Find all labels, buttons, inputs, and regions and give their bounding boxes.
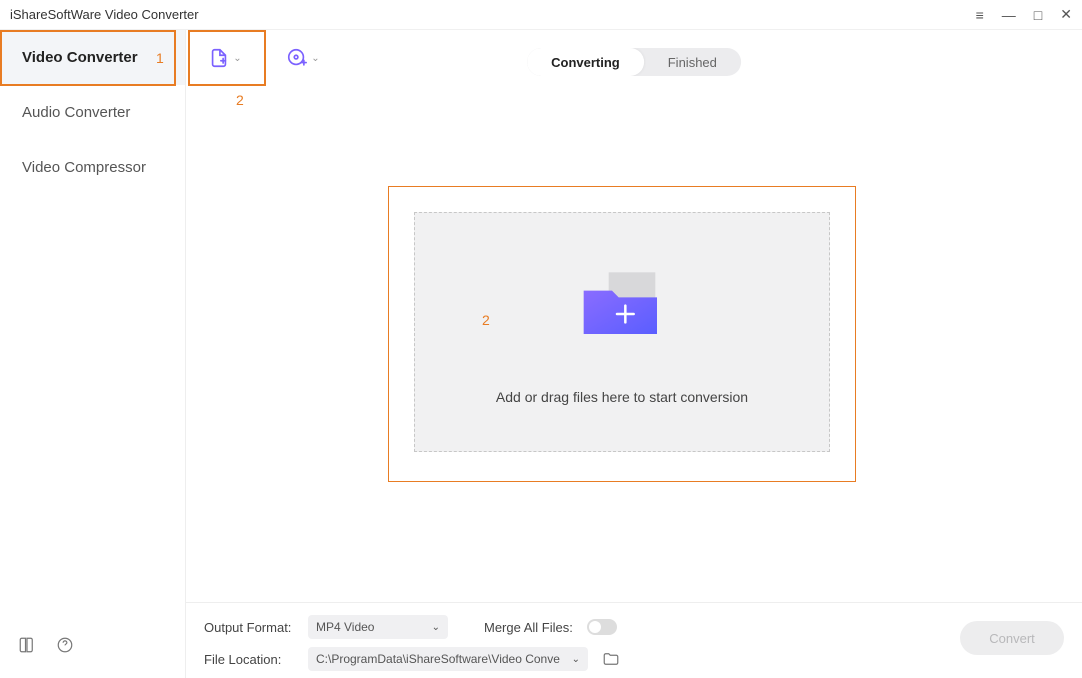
convert-button[interactable]: Convert [960, 621, 1064, 655]
sidebar-item-video-converter[interactable]: Video Converter [0, 30, 185, 85]
add-disc-button[interactable]: ⌄ [264, 30, 342, 86]
file-location-select[interactable]: C:\ProgramData\iShareSoftware\Video Conv… [308, 647, 588, 671]
segment-converting[interactable]: Converting [527, 48, 644, 76]
sidebar-item-label: Video Converter [22, 49, 138, 66]
sidebar-item-video-compressor[interactable]: Video Compressor [0, 140, 185, 195]
menu-icon[interactable]: ≡ [976, 7, 984, 23]
drop-text: Add or drag files here to start conversi… [496, 389, 748, 405]
app-title: iShareSoftWare Video Converter [10, 7, 976, 22]
add-file-button[interactable]: ⌄ [186, 30, 264, 86]
chevron-down-icon: ⌄ [572, 654, 580, 665]
disc-add-icon [286, 47, 308, 69]
content: Add or drag files here to start conversi… [186, 86, 1082, 602]
segment-finished[interactable]: Finished [644, 48, 741, 76]
book-icon[interactable] [18, 636, 36, 654]
output-format-label: Output Format: [204, 620, 300, 635]
status-segment: Converting Finished [527, 48, 741, 76]
maximize-icon[interactable]: □ [1034, 7, 1042, 23]
close-icon[interactable]: ✕ [1060, 6, 1072, 23]
chevron-down-icon: ⌄ [432, 622, 440, 633]
sidebar-item-audio-converter[interactable]: Audio Converter [0, 85, 185, 140]
chevron-down-icon: ⌄ [311, 53, 319, 64]
bottom-bar: Output Format: MP4 Video ⌄ Merge All Fil… [186, 602, 1082, 678]
sidebar: Video Converter Audio Converter Video Co… [0, 30, 186, 678]
merge-switch[interactable] [587, 619, 617, 635]
sidebar-item-label: Video Compressor [22, 159, 146, 176]
open-folder-icon[interactable] [602, 650, 620, 668]
main-area: ⌄ ⌄ Converting Finished [186, 30, 1082, 678]
add-file-icon [208, 47, 230, 69]
drop-zone[interactable]: Add or drag files here to start conversi… [414, 212, 830, 452]
chevron-down-icon: ⌄ [233, 53, 241, 64]
folder-add-icon [572, 259, 672, 359]
merge-label: Merge All Files: [484, 620, 573, 635]
window-controls: ≡ — □ ✕ [976, 6, 1072, 23]
minimize-icon[interactable]: — [1002, 7, 1016, 23]
sidebar-item-label: Audio Converter [22, 104, 130, 121]
help-icon[interactable] [56, 636, 74, 654]
output-format-select[interactable]: MP4 Video ⌄ [308, 615, 448, 639]
file-location-label: File Location: [204, 652, 300, 667]
titlebar: iShareSoftWare Video Converter ≡ — □ ✕ [0, 0, 1082, 30]
